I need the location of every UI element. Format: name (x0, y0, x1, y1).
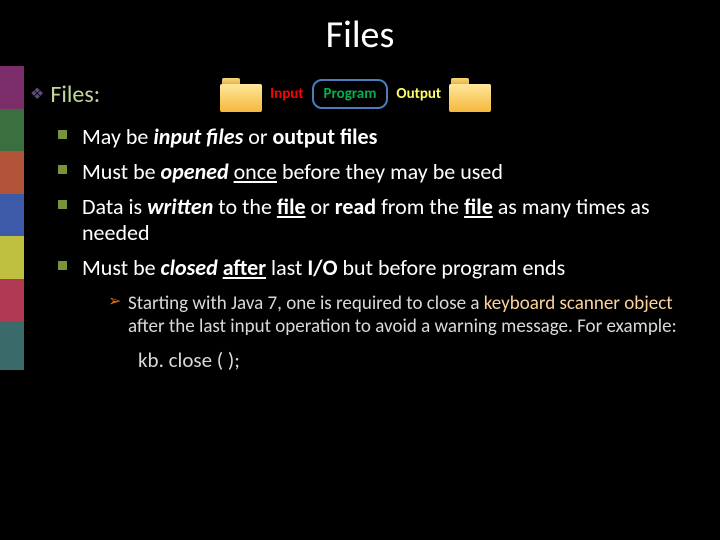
top-row: ❖ Files: Input Program Output (30, 76, 690, 112)
text: last (266, 254, 307, 281)
bullet-item: Must be closed after last I/O but before… (58, 255, 690, 374)
sub-bullet-item: Starting with Java 7, one is required to… (108, 292, 690, 338)
text: after (223, 254, 266, 281)
text: Starting with Java 7, one is required to… (128, 292, 484, 315)
text: before they may be used (277, 158, 503, 185)
text: after the last input operation to avoid … (128, 315, 677, 338)
output-label: Output (396, 83, 441, 105)
text: to the (213, 193, 277, 220)
text: Must be (82, 254, 161, 281)
bullet-item: May be input files or output files (58, 124, 690, 151)
text: file (277, 193, 306, 220)
diamond-bullet-icon: ❖ (30, 84, 44, 104)
slide-body: Files ❖ Files: Input Program Output May … (0, 0, 720, 374)
text: from the (376, 193, 464, 220)
text: I/O (307, 254, 337, 281)
io-diagram: Input Program Output (220, 76, 491, 112)
bullet-list: May be input files or output files Must … (58, 124, 690, 374)
sub-bullet-list: Starting with Java 7, one is required to… (108, 292, 690, 338)
bullet-item: Data is written to the file or read from… (58, 194, 690, 248)
input-label: Input (270, 83, 303, 105)
text: keyboard scanner object (484, 292, 673, 315)
text: Must be (82, 158, 161, 185)
text: file (464, 193, 493, 220)
text: Data is (82, 193, 147, 220)
folder-icon (449, 76, 491, 112)
text: once (234, 158, 277, 185)
text: or (306, 193, 335, 220)
text: opened (161, 158, 229, 185)
folder-icon (220, 76, 262, 112)
text: closed (161, 254, 218, 281)
slide-title: Files (30, 12, 690, 58)
text: output files (272, 123, 377, 150)
text: input files (153, 123, 243, 150)
program-label: Program (312, 79, 389, 109)
code-example: kb. close ( ); (138, 348, 690, 374)
text: written (147, 193, 213, 220)
text: May be (82, 123, 153, 150)
text: or (243, 123, 272, 150)
text: but before program ends (338, 254, 566, 281)
bullet-item: Must be opened once before they may be u… (58, 159, 690, 186)
text: read (335, 193, 376, 220)
section-label: Files: (50, 80, 100, 109)
